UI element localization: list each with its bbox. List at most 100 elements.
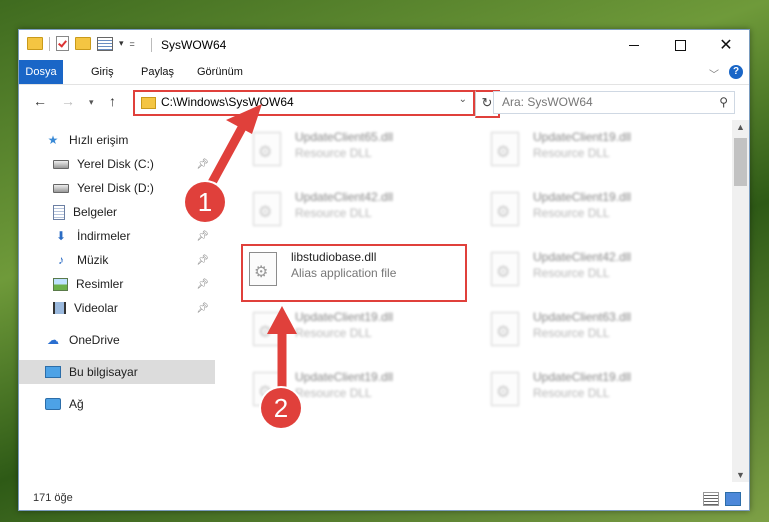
item-count: 171 öğe [33,492,73,504]
file-item[interactable]: UpdateClient42.dll Resource DLL [485,246,705,300]
tab-file[interactable]: Dosya [19,60,63,84]
refresh-icon: ↻ [481,95,493,110]
dll-file-icon [491,192,519,226]
chevron-down-icon[interactable]: ▾ [119,38,124,49]
tab-view[interactable]: Görünüm [197,60,243,84]
file-name: UpdateClient19.dll [295,370,394,384]
status-bar: 171 öğe [19,486,749,510]
quick-access-toolbar: ▾ = [27,36,135,51]
sidebar-item-music[interactable]: ♪ Müzik 📌︎ [19,248,215,272]
sidebar-item-label: OneDrive [69,333,120,347]
sidebar-item-label: Resimler [76,277,124,291]
file-type: Resource DLL [533,206,610,220]
sidebar-item-this-pc[interactable]: Bu bilgisayar [19,360,215,384]
file-item[interactable]: UpdateClient19.dll Resource DLL [485,366,705,420]
file-name: UpdateClient19.dll [533,130,632,144]
dll-file-icon [491,252,519,286]
scroll-down-icon[interactable]: ▼ [736,470,745,480]
pin-icon[interactable]: 📌︎ [196,255,209,266]
drive-icon [53,183,69,193]
sidebar-item-label: Ağ [69,397,84,411]
navigation-bar: ← → ▾ ↑ C:\Windows\SysWOW64 ⌄ ↻ Ara: Sys… [19,86,749,118]
pin-icon[interactable]: 📌︎ [196,303,209,314]
file-type: Resource DLL [295,206,372,220]
maximize-icon [674,39,686,51]
scrollbar-thumb[interactable] [734,138,747,186]
file-item[interactable]: UpdateClient19.dll Resource DLL [485,186,705,240]
navigation-pane: ★ Hızlı erişim Yerel Disk (C:) 📌︎ Yerel … [19,124,215,484]
sidebar-item-label: Müzik [77,253,109,267]
details-view-icon[interactable] [703,492,719,506]
help-icon[interactable]: ? [729,65,743,79]
window-title: SysWOW64 [161,38,227,52]
back-arrow-icon[interactable]: ← [33,93,47,109]
search-icon[interactable]: ⚲ [719,95,728,109]
close-button[interactable]: ✕ [703,30,749,60]
pictures-icon [53,277,68,291]
search-placeholder: Ara: SysWOW64 [502,95,593,109]
tab-home[interactable]: Giriş [91,60,114,84]
up-arrow-icon[interactable]: ↑ [109,93,116,109]
sidebar-item-label: Yerel Disk (D:) [77,181,154,195]
maximize-button[interactable] [657,30,703,60]
file-name: UpdateClient42.dll [533,250,632,264]
highlighted-file-item[interactable]: libstudiobase.dll Alias application file [241,244,467,302]
file-name: UpdateClient42.dll [295,190,394,204]
sidebar-item-label: İndirmeler [77,229,131,243]
dll-file-icon [253,132,281,166]
music-icon: ♪ [58,253,64,267]
sidebar-item-pictures[interactable]: Resimler 📌︎ [19,272,215,296]
file-item[interactable]: UpdateClient42.dll Resource DLL [247,186,467,240]
file-item[interactable]: UpdateClient63.dll Resource DLL [485,306,705,360]
explorer-window: ▾ = SysWOW64 ✕ Dosya Giriş Paylaş Görünü… [18,29,750,511]
recent-locations-icon[interactable]: ▾ [89,97,94,108]
close-icon: ✕ [719,37,733,54]
sidebar-item-label: Videolar [74,301,118,315]
sidebar-item-videos[interactable]: Videolar 📌︎ [19,296,215,320]
address-bar[interactable]: C:\Windows\SysWOW64 ⌄ [133,90,475,116]
properties-icon[interactable] [97,36,113,51]
computer-icon [45,366,61,378]
sidebar-item-quick-access[interactable]: ★ Hızlı erişim [19,128,215,152]
file-item[interactable]: UpdateClient19.dll Resource DLL [485,126,705,180]
properties-check-icon[interactable] [56,36,69,51]
file-item[interactable]: UpdateClient65.dll Resource DLL [247,126,467,180]
file-item[interactable]: UpdateClient19.dll Resource DLL [247,306,467,360]
sidebar-item-local-disk-c[interactable]: Yerel Disk (C:) 📌︎ [19,152,215,176]
customize-toolbar-icon[interactable]: = [130,39,135,49]
pin-icon[interactable]: 📌︎ [196,231,209,242]
file-type: Resource DLL [533,266,610,280]
dll-file-icon [253,192,281,226]
sidebar-item-onedrive[interactable]: ☁ OneDrive [19,328,215,352]
file-name: UpdateClient63.dll [533,310,632,324]
title-bar: ▾ = SysWOW64 ✕ [19,30,749,60]
step-2-badge: 2 [261,388,301,428]
large-icons-view-icon[interactable] [725,492,741,506]
minimize-button[interactable] [611,30,657,60]
dll-file-icon [249,252,277,286]
sidebar-item-network[interactable]: Ağ [19,392,215,416]
search-input[interactable]: Ara: SysWOW64 ⚲ [493,91,735,114]
sidebar-item-downloads[interactable]: ⬇ İndirmeler 📌︎ [19,224,215,248]
pin-icon[interactable]: 📌︎ [196,279,209,290]
file-name: libstudiobase.dll [291,250,377,264]
ribbon-tabs: Dosya Giriş Paylaş Görünüm ﹀ ? [19,60,749,85]
folder-icon[interactable] [27,37,43,50]
chevron-down-icon[interactable]: ⌄ [459,94,467,105]
documents-icon [53,204,65,220]
tab-share[interactable]: Paylaş [141,60,174,84]
sidebar-item-label: Yerel Disk (C:) [77,157,154,171]
forward-arrow-icon[interactable]: → [61,93,75,109]
dll-file-icon [491,372,519,406]
divider [151,38,152,52]
star-icon: ★ [47,133,59,147]
pin-icon[interactable]: 📌︎ [196,159,209,170]
vertical-scrollbar[interactable]: ▲ ▼ [732,120,749,482]
file-type: Resource DLL [295,146,372,160]
new-folder-icon[interactable] [75,37,91,50]
file-list: UpdateClient65.dll Resource DLL UpdateCl… [233,122,729,478]
expand-ribbon-icon[interactable]: ﹀ [709,66,719,81]
scroll-up-icon[interactable]: ▲ [736,122,745,132]
address-path[interactable]: C:\Windows\SysWOW64 [161,95,294,109]
dll-file-icon [491,132,519,166]
